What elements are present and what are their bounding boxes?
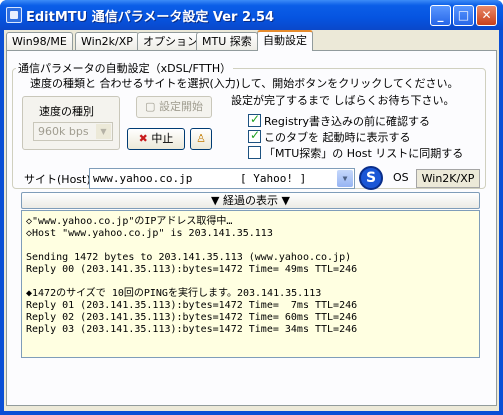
window-title: EditMTU 通信パラメータ設定 Ver 2.54 bbox=[26, 10, 275, 25]
log-line: ◆1472のサイズで 10回のPINGを実行します。203.141.35.113 bbox=[26, 288, 322, 299]
show-on-start-label: このタブを 起動時に表示する bbox=[264, 131, 411, 144]
speed-type-box: 速度の種別 960k bps ▼ bbox=[22, 96, 120, 150]
tab-mtu-search[interactable]: MTU 探索 bbox=[196, 32, 258, 51]
log-line: ◇Host "www.yahoo.co.jp" is 203.141.35.11… bbox=[26, 228, 273, 239]
group-title: 通信パラメータの自動設定（xDSL/FTTH） bbox=[16, 60, 234, 76]
progress-log[interactable]: ◇"www.yahoo.co.jp"のIPアドレス取得中… ◇Host "www… bbox=[21, 210, 480, 358]
confirm-registry-label: Registry書き込みの前に確認する bbox=[264, 115, 431, 128]
document-icon: ▢ bbox=[145, 100, 156, 113]
wait-message: 設定が完了するまで しばらくお待ち下さい。 bbox=[231, 94, 455, 107]
stop-x-icon: ✖ bbox=[138, 132, 148, 145]
client-area: Win98/ME Win2k/XP オプション MTU 探索 自動設定 通信パラ… bbox=[4, 30, 499, 411]
tab-win2kxp[interactable]: Win2k/XP bbox=[75, 32, 139, 51]
help-button[interactable]: ♙ bbox=[190, 128, 212, 150]
stop-button-label: 中止 bbox=[151, 132, 174, 145]
tab-options[interactable]: オプション bbox=[137, 32, 204, 51]
speed-type-select[interactable]: 960k bps ▼ bbox=[33, 122, 113, 141]
chevron-down-icon[interactable]: ▼ bbox=[337, 170, 353, 187]
title-bar[interactable]: EditMTU 通信パラメータ設定 Ver 2.54 _ □ ✕ bbox=[0, 0, 503, 30]
app-window: EditMTU 通信パラメータ設定 Ver 2.54 _ □ ✕ Win98/M… bbox=[0, 0, 503, 415]
progress-header-button[interactable]: ▼ 経過の表示 ▼ bbox=[21, 192, 480, 209]
app-icon bbox=[6, 7, 22, 23]
show-on-start-checkbox[interactable] bbox=[248, 128, 261, 143]
speed-type-label: 速度の種別 bbox=[39, 105, 94, 118]
stop-button[interactable]: ✖ 中止 bbox=[127, 128, 185, 150]
swirl-logo-icon[interactable]: S bbox=[359, 166, 383, 190]
os-label: OS bbox=[393, 171, 409, 184]
start-config-label: 設定開始 bbox=[158, 100, 203, 113]
host-site-name: [ Yahoo! ] bbox=[240, 172, 307, 185]
log-line: Reply 00 (203.141.35.113):bytes=1472 Tim… bbox=[26, 264, 358, 275]
log-line: Reply 01 (203.141.35.113):bytes=1472 Tim… bbox=[26, 300, 358, 311]
speed-type-value: 960k bps bbox=[38, 125, 89, 138]
log-line: Sending 1472 bytes to 203.141.35.113 (ww… bbox=[26, 252, 352, 263]
log-line: Reply 03 (203.141.35.113):bytes=1472 Tim… bbox=[26, 324, 358, 335]
os-value-box: Win2K/XP bbox=[416, 169, 480, 188]
tab-auto-config[interactable]: 自動設定 bbox=[257, 30, 313, 51]
host-label: サイト(Host) bbox=[24, 173, 91, 186]
close-button[interactable]: ✕ bbox=[476, 5, 497, 26]
confirm-registry-checkbox[interactable] bbox=[248, 112, 261, 127]
instruction-text: 速度の種類と 合わせるサイトを選択(入力)して、開始ボタンをクリックしてください… bbox=[30, 77, 459, 90]
sync-host-list-label: 「MTU探索」の Host リストに同期する bbox=[264, 147, 464, 160]
tab-win98me[interactable]: Win98/ME bbox=[6, 32, 73, 51]
minimize-button[interactable]: _ bbox=[430, 5, 451, 26]
host-combobox[interactable]: www.yahoo.co.jp [ Yahoo! ] ▼ bbox=[89, 168, 355, 189]
log-line: ◇"www.yahoo.co.jp"のIPアドレス取得中… bbox=[26, 216, 233, 227]
log-line: Reply 02 (203.141.35.113):bytes=1472 Tim… bbox=[26, 312, 358, 323]
host-value: www.yahoo.co.jp bbox=[93, 172, 193, 185]
start-config-button[interactable]: ▢ 設定開始 bbox=[136, 96, 212, 118]
sync-host-list-checkbox[interactable] bbox=[248, 146, 261, 159]
maximize-button[interactable]: □ bbox=[453, 5, 474, 26]
chevron-down-icon: ▼ bbox=[96, 124, 111, 139]
help-person-icon: ♙ bbox=[196, 132, 206, 145]
